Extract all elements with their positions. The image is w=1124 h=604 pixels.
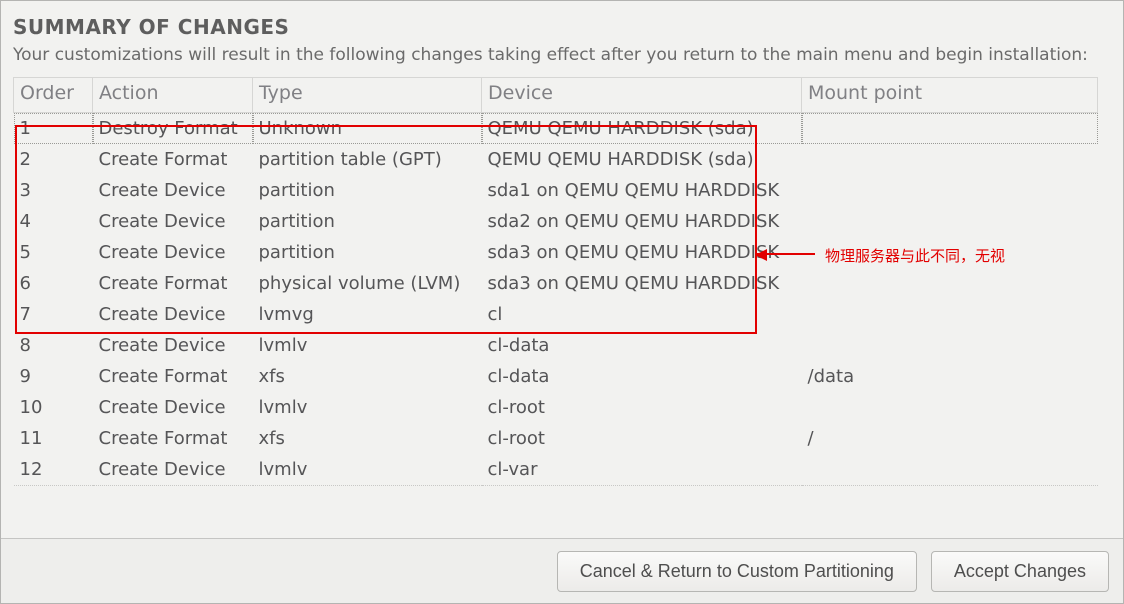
cell-type: partition xyxy=(253,175,482,206)
table-row[interactable]: 3Create Devicepartitionsda1 on QEMU QEMU… xyxy=(14,175,1098,206)
cell-device: QEMU QEMU HARDDISK (sda) xyxy=(482,113,802,145)
table-row[interactable]: 8Create Devicelvmlvcl-data xyxy=(14,330,1098,361)
table-row[interactable]: 2Create Formatpartition table (GPT)QEMU … xyxy=(14,144,1098,175)
cell-action: Create Device xyxy=(93,175,253,206)
cell-mount xyxy=(802,175,1098,206)
table-row[interactable]: 6Create Formatphysical volume (LVM)sda3 … xyxy=(14,268,1098,299)
cell-device: sda3 on QEMU QEMU HARDDISK xyxy=(482,268,802,299)
cell-type: lvmvg xyxy=(253,299,482,330)
dialog-subtitle: Your customizations will result in the f… xyxy=(13,45,1111,65)
cell-device: cl-data xyxy=(482,330,802,361)
cell-mount: /data xyxy=(802,361,1098,392)
cell-mount xyxy=(802,113,1098,145)
cell-mount: / xyxy=(802,423,1098,454)
cell-mount xyxy=(802,237,1098,268)
cell-action: Create Format xyxy=(93,268,253,299)
col-header-device[interactable]: Device xyxy=(482,78,802,113)
cell-order: 7 xyxy=(14,299,93,330)
cell-order: 10 xyxy=(14,392,93,423)
cell-action: Create Device xyxy=(93,392,253,423)
table-header-row: Order Action Type Device Mount point xyxy=(14,78,1098,113)
cell-order: 1 xyxy=(14,113,93,145)
cell-device: cl-root xyxy=(482,392,802,423)
table-row[interactable]: 5Create Devicepartitionsda3 on QEMU QEMU… xyxy=(14,237,1098,268)
cell-device: sda2 on QEMU QEMU HARDDISK xyxy=(482,206,802,237)
cell-action: Create Device xyxy=(93,454,253,486)
cell-order: 12 xyxy=(14,454,93,486)
cell-type: physical volume (LVM) xyxy=(253,268,482,299)
cell-type: lvmlv xyxy=(253,330,482,361)
cell-type: xfs xyxy=(253,423,482,454)
dialog-footer: Cancel & Return to Custom Partitioning A… xyxy=(1,538,1123,603)
cell-type: partition table (GPT) xyxy=(253,144,482,175)
cell-device: cl-data xyxy=(482,361,802,392)
cell-mount xyxy=(802,299,1098,330)
accept-button[interactable]: Accept Changes xyxy=(931,551,1109,592)
cell-order: 9 xyxy=(14,361,93,392)
cell-action: Create Format xyxy=(93,423,253,454)
cell-mount xyxy=(802,454,1098,486)
cell-device: cl-var xyxy=(482,454,802,486)
cell-device: sda1 on QEMU QEMU HARDDISK xyxy=(482,175,802,206)
col-header-mount[interactable]: Mount point xyxy=(802,78,1098,113)
col-header-type[interactable]: Type xyxy=(253,78,482,113)
changes-table: Order Action Type Device Mount point 1De… xyxy=(13,77,1098,486)
cell-order: 6 xyxy=(14,268,93,299)
cell-type: lvmlv xyxy=(253,392,482,423)
table-row[interactable]: 7Create Devicelvmvgcl xyxy=(14,299,1098,330)
table-row[interactable]: 12Create Devicelvmlvcl-var xyxy=(14,454,1098,486)
table-row[interactable]: 1Destroy FormatUnknownQEMU QEMU HARDDISK… xyxy=(14,113,1098,145)
cell-action: Create Format xyxy=(93,144,253,175)
cell-type: partition xyxy=(253,206,482,237)
cell-action: Create Device xyxy=(93,330,253,361)
col-header-order[interactable]: Order xyxy=(14,78,93,113)
table-row[interactable]: 10Create Devicelvmlvcl-root xyxy=(14,392,1098,423)
cell-order: 2 xyxy=(14,144,93,175)
cell-device: cl-root xyxy=(482,423,802,454)
cell-order: 3 xyxy=(14,175,93,206)
table-row[interactable]: 4Create Devicepartitionsda2 on QEMU QEMU… xyxy=(14,206,1098,237)
cell-device: QEMU QEMU HARDDISK (sda) xyxy=(482,144,802,175)
cancel-button[interactable]: Cancel & Return to Custom Partitioning xyxy=(557,551,917,592)
cell-order: 4 xyxy=(14,206,93,237)
cell-mount xyxy=(802,268,1098,299)
cell-type: lvmlv xyxy=(253,454,482,486)
cell-action: Destroy Format xyxy=(93,113,253,145)
cell-order: 5 xyxy=(14,237,93,268)
summary-of-changes-dialog: SUMMARY OF CHANGES Your customizations w… xyxy=(0,0,1124,604)
dialog-title: SUMMARY OF CHANGES xyxy=(13,15,1111,39)
table-row[interactable]: 9Create Formatxfscl-data/data xyxy=(14,361,1098,392)
cell-type: Unknown xyxy=(253,113,482,145)
cell-action: Create Device xyxy=(93,299,253,330)
cell-mount xyxy=(802,392,1098,423)
cell-mount xyxy=(802,206,1098,237)
cell-order: 8 xyxy=(14,330,93,361)
cell-mount xyxy=(802,144,1098,175)
cell-device: sda3 on QEMU QEMU HARDDISK xyxy=(482,237,802,268)
cell-mount xyxy=(802,330,1098,361)
col-header-action[interactable]: Action xyxy=(93,78,253,113)
cell-action: Create Device xyxy=(93,206,253,237)
cell-type: partition xyxy=(253,237,482,268)
cell-order: 11 xyxy=(14,423,93,454)
cell-type: xfs xyxy=(253,361,482,392)
cell-device: cl xyxy=(482,299,802,330)
table-row[interactable]: 11Create Formatxfscl-root/ xyxy=(14,423,1098,454)
cell-action: Create Format xyxy=(93,361,253,392)
cell-action: Create Device xyxy=(93,237,253,268)
